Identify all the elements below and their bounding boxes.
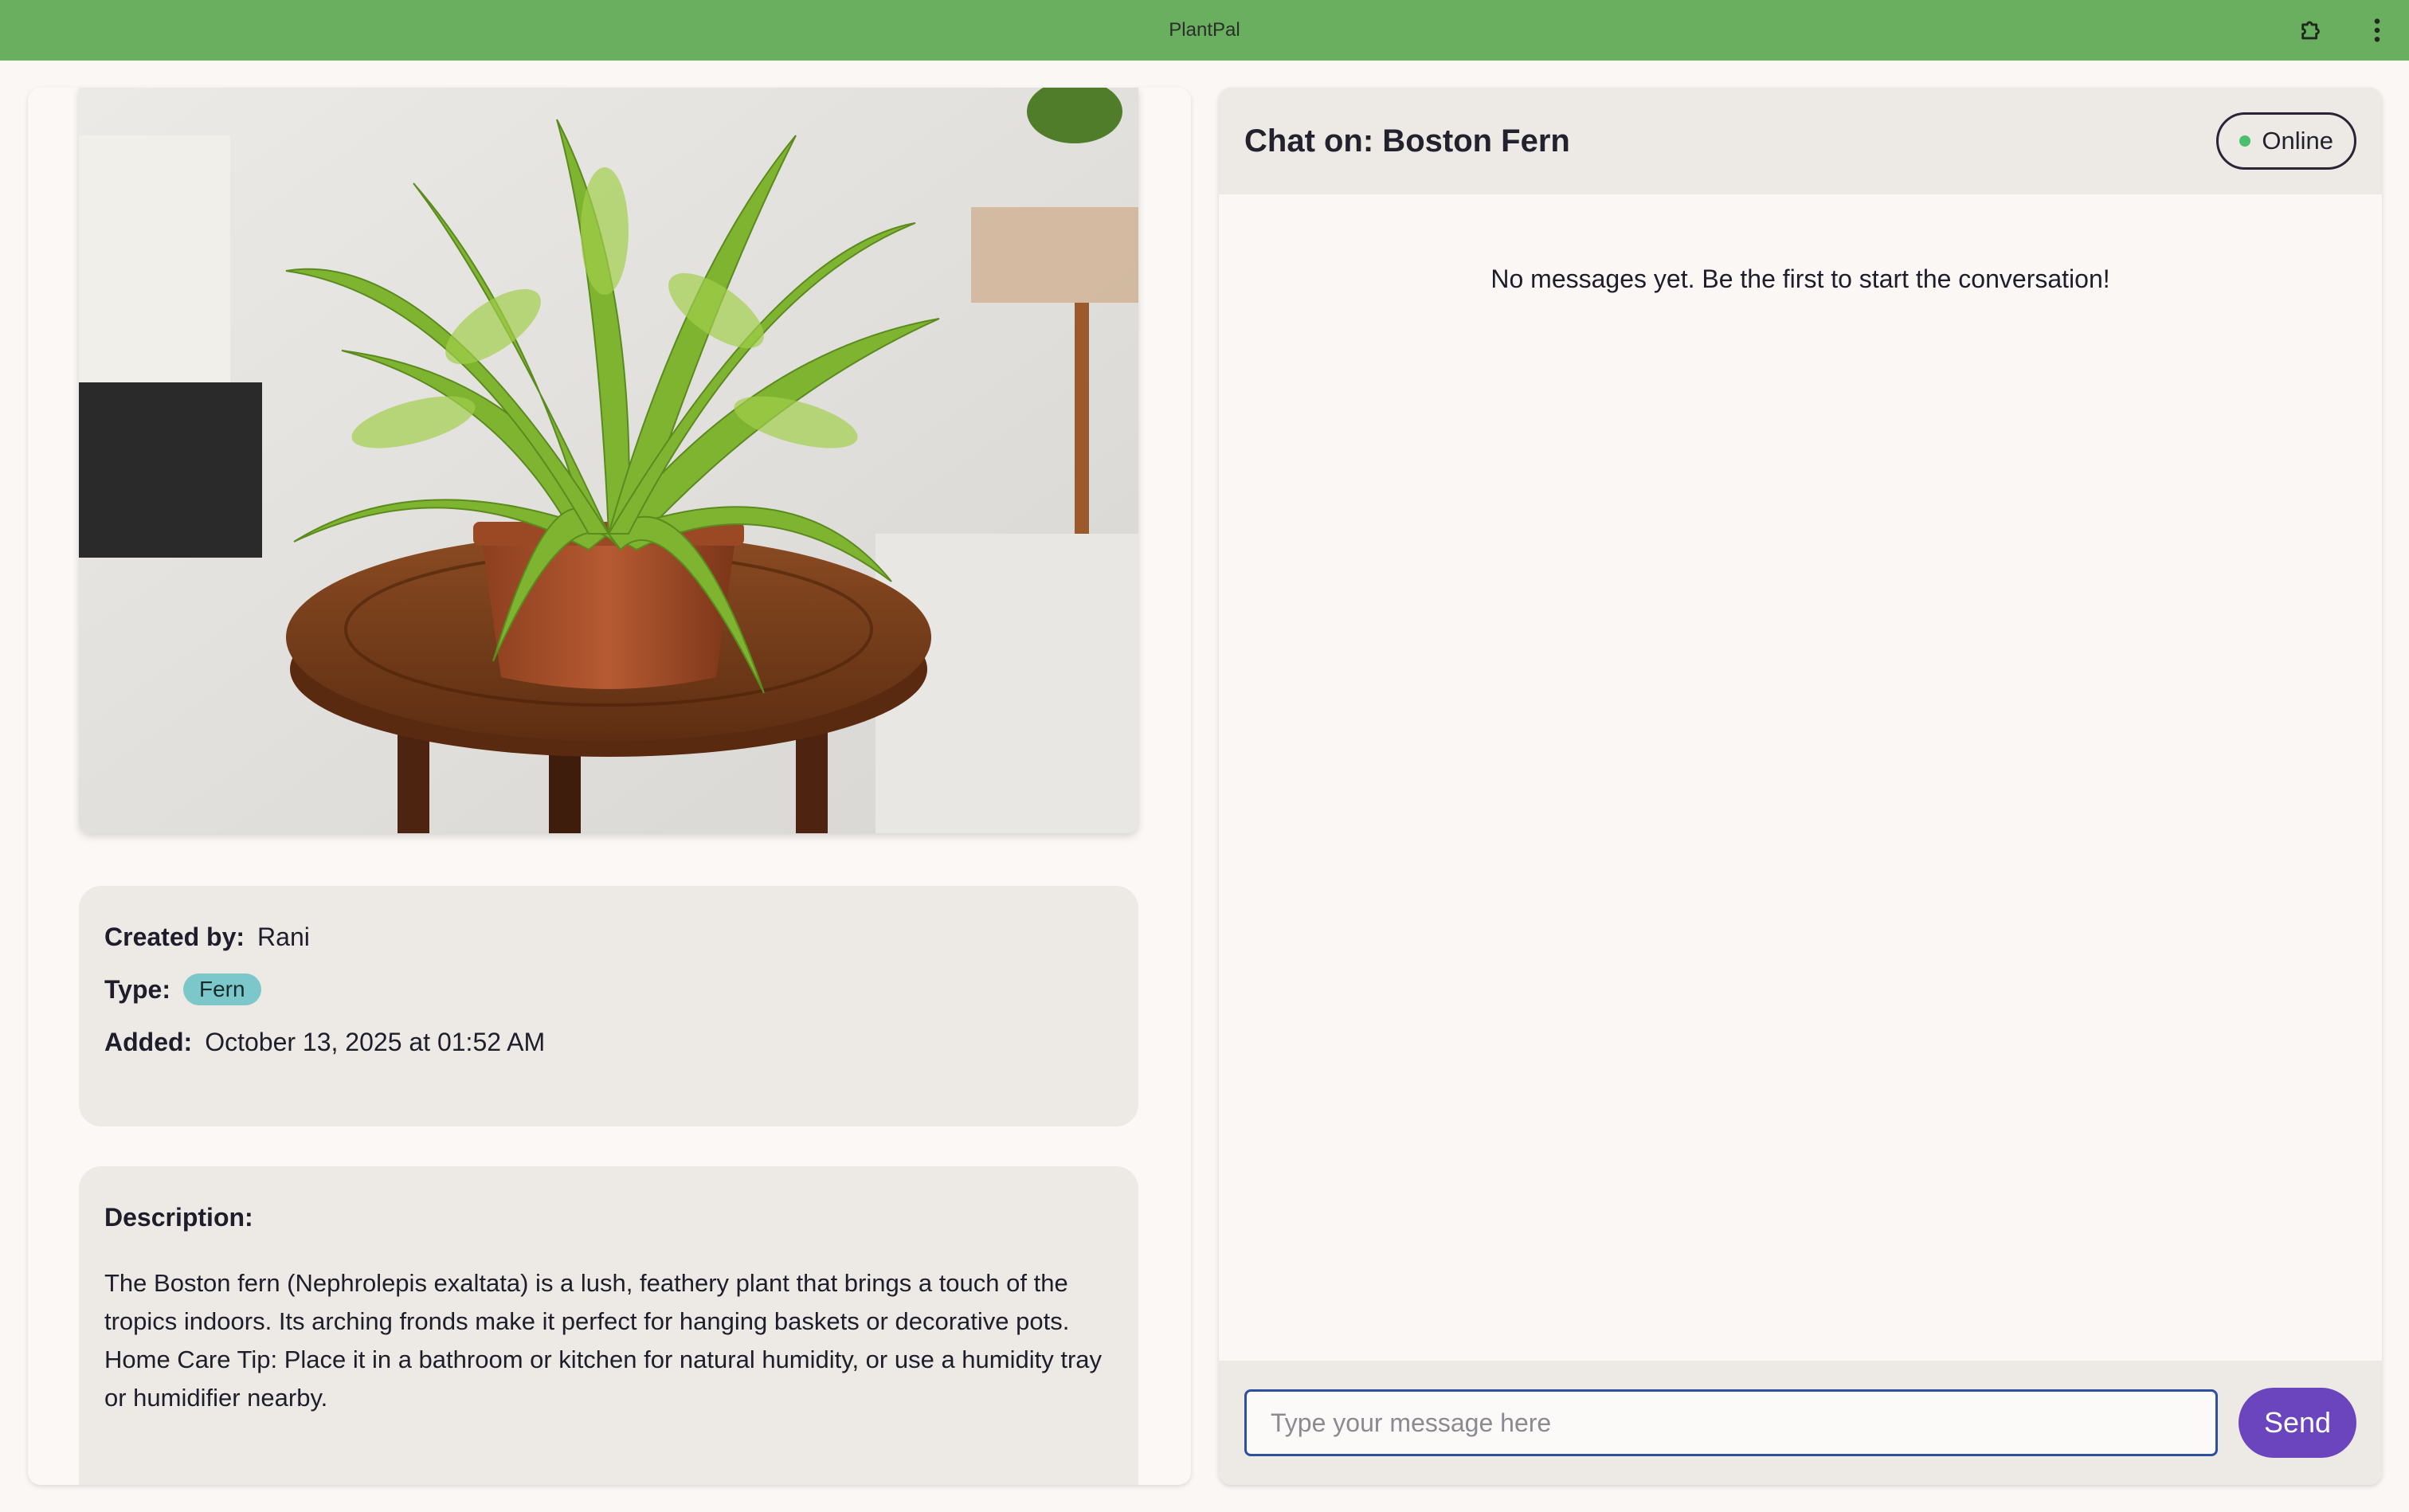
send-button[interactable]: Send	[2239, 1388, 2356, 1458]
online-dot-icon	[2239, 135, 2251, 147]
chat-title: Chat on: Boston Fern	[1244, 123, 1570, 159]
description-box: Description: The Boston fern (Nephrolepi…	[79, 1166, 1138, 1485]
puzzle-icon[interactable]	[2296, 14, 2328, 46]
chat-header: Chat on: Boston Fern Online	[1219, 88, 2382, 194]
created-by-label: Created by:	[104, 922, 245, 951]
title-bar: PlantPal	[0, 0, 2409, 61]
description-label: Description:	[104, 1203, 253, 1232]
type-badge: Fern	[182, 973, 261, 1005]
kebab-menu-icon[interactable]	[2361, 14, 2393, 46]
created-by-value: Rani	[257, 922, 310, 951]
app-title: PlantPal	[1169, 19, 1240, 41]
type-label: Type:	[104, 974, 170, 1004]
status-text: Online	[2262, 127, 2333, 155]
plant-image	[79, 88, 1138, 833]
added-label: Added:	[104, 1027, 193, 1056]
description-text: The Boston fern (Nephrolepis exaltata) i…	[104, 1269, 1103, 1412]
added-row: Added: October 13, 2025 at 01:52 AM	[104, 1004, 1113, 1080]
chat-composer: Send	[1219, 1361, 2382, 1485]
status-badge: Online	[2216, 112, 2356, 170]
chat-panel: Chat on: Boston Fern Online No messages …	[1219, 88, 2382, 1485]
message-input[interactable]	[1244, 1389, 2218, 1456]
plant-info-box: Created by: Rani Type: Fern Added: Octob…	[79, 886, 1138, 1126]
added-value: October 13, 2025 at 01:52 AM	[205, 1027, 546, 1056]
empty-chat-message: No messages yet. Be the first to start t…	[1490, 264, 2110, 293]
plant-details-card: Created by: Rani Type: Fern Added: Octob…	[28, 88, 1191, 1485]
